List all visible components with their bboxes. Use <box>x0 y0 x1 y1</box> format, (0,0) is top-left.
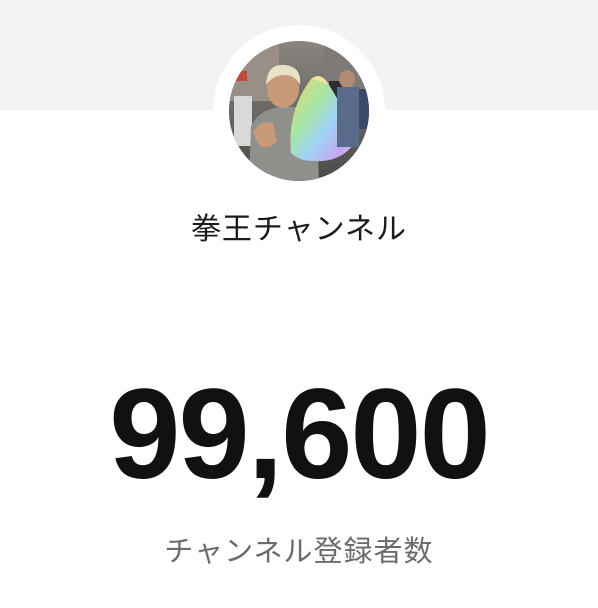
channel-card: 拳王チャンネル 99,600 チャンネル登録者数 <box>0 0 598 608</box>
channel-avatar[interactable] <box>229 41 369 181</box>
subscriber-count: 99,600 <box>109 363 491 506</box>
channel-name[interactable]: 拳王チャンネル <box>0 204 598 248</box>
subscriber-count-label: チャンネル登録者数 <box>164 534 434 568</box>
avatar-photo <box>229 41 369 181</box>
